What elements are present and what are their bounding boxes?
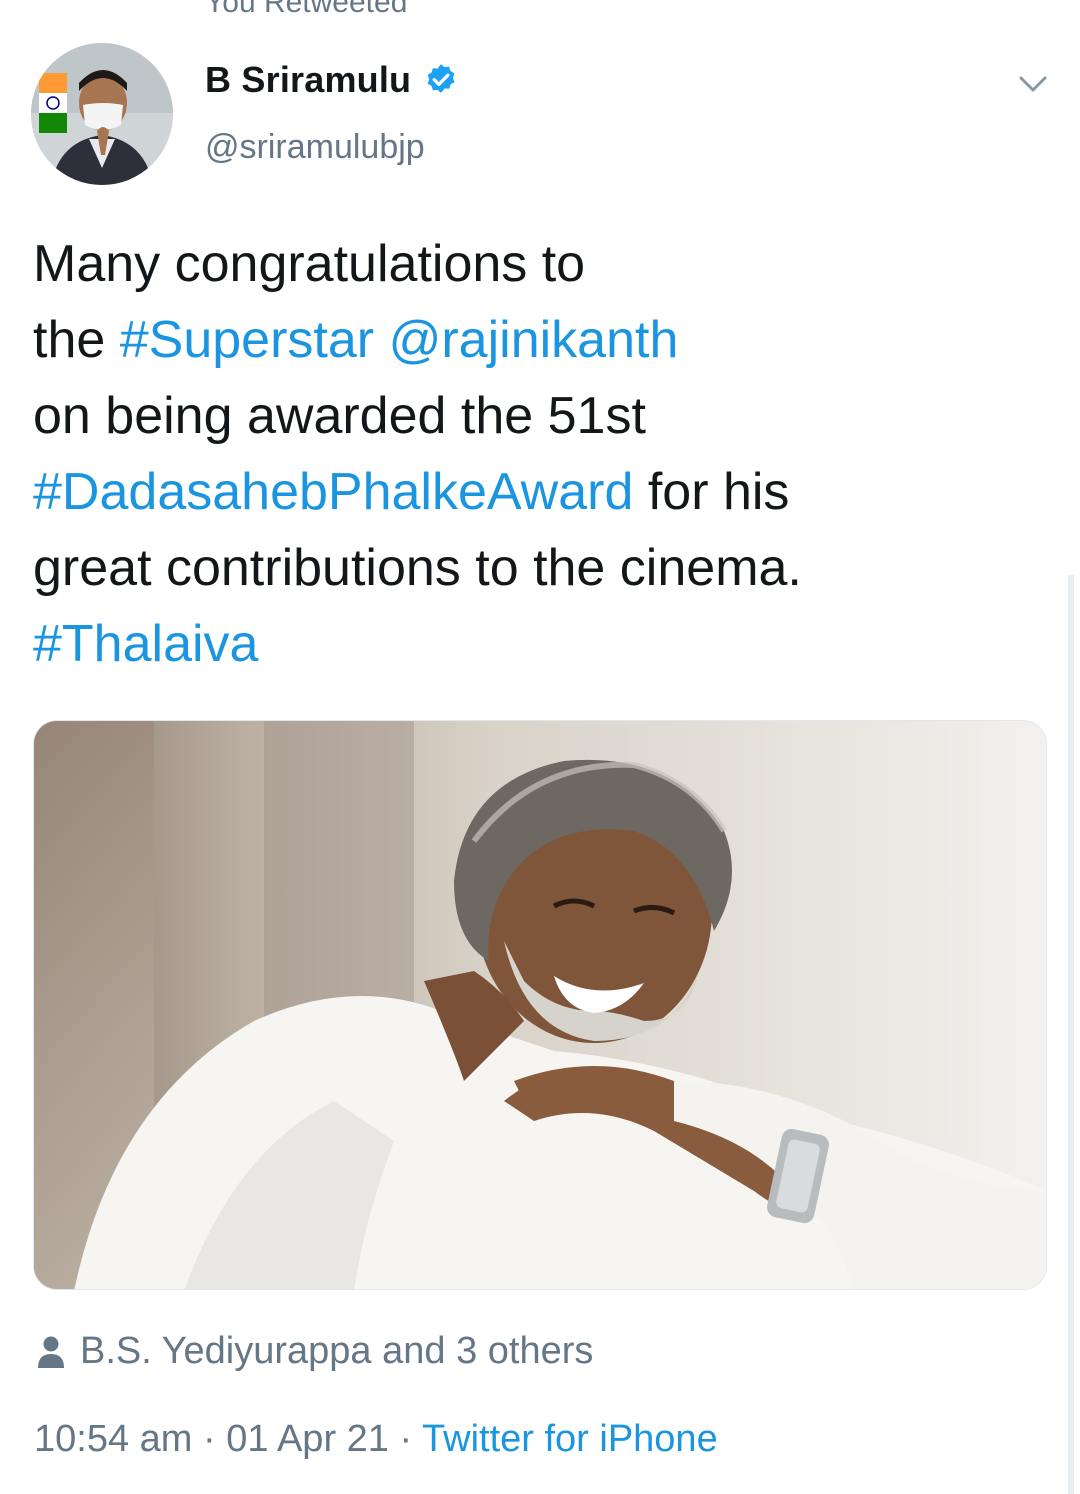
author-handle[interactable]: @sriramulubjp <box>205 128 425 167</box>
verified-badge-icon <box>423 62 459 98</box>
tweet-text-segment: the <box>33 311 120 369</box>
tweet-text-segment: on being awarded the 51st <box>33 387 646 445</box>
tweet-source-link[interactable]: Twitter for iPhone <box>422 1418 718 1460</box>
tweet-text-segment <box>374 311 388 369</box>
tweet-date[interactable]: 01 Apr 21 <box>226 1418 389 1460</box>
tweet-text-line: #Thalaiva <box>33 606 1033 682</box>
liked-by-text[interactable]: B.S. Yediyurappa and 3 others <box>80 1330 593 1373</box>
author-avatar[interactable] <box>31 43 173 185</box>
profile-photo-icon <box>31 43 173 185</box>
tweet-text-line: great contributions to the cinema. <box>33 530 1033 606</box>
tweet-text-segment: Many congratulations to <box>33 235 586 293</box>
tweet-text-segment: for his <box>633 463 790 521</box>
tweet-text-line: on being awarded the 51st <box>33 378 1033 454</box>
tweet-photo-icon <box>34 721 1046 1289</box>
tweet-text-segment: great contributions to the cinema. <box>33 539 802 597</box>
tweet-text-line: the #Superstar @rajinikanth <box>33 302 1033 378</box>
mention-link[interactable]: @rajinikanth <box>389 311 679 369</box>
tweet-text-line: #DadasahebPhalkeAward for his <box>33 454 1033 530</box>
liked-by[interactable]: B.S. Yediyurappa and 3 others <box>36 1330 593 1373</box>
tweet-meta: 10:54 am · 01 Apr 21 · Twitter for iPhon… <box>34 1418 718 1461</box>
hashtag-link[interactable]: #DadasahebPhalkeAward <box>33 463 633 521</box>
meta-separator: · <box>192 1418 227 1460</box>
tweet-text-line: Many congratulations to <box>33 226 1033 302</box>
tweet-photo[interactable] <box>33 720 1047 1290</box>
meta-separator: · <box>388 1418 423 1460</box>
tweet-text: Many congratulations to the #Superstar @r… <box>33 226 1033 682</box>
hashtag-link[interactable]: #Superstar <box>120 311 374 369</box>
author-display-name[interactable]: B Sriramulu <box>205 59 411 101</box>
chevron-down-icon[interactable] <box>1013 64 1053 104</box>
retweet-indicator: You Retweeted <box>205 0 408 19</box>
person-icon <box>38 1336 64 1368</box>
tweet-time[interactable]: 10:54 am <box>34 1418 192 1460</box>
scrollbar[interactable] <box>1068 575 1074 1494</box>
hashtag-link[interactable]: #Thalaiva <box>33 615 258 673</box>
author-name-row[interactable]: B Sriramulu <box>205 58 459 102</box>
